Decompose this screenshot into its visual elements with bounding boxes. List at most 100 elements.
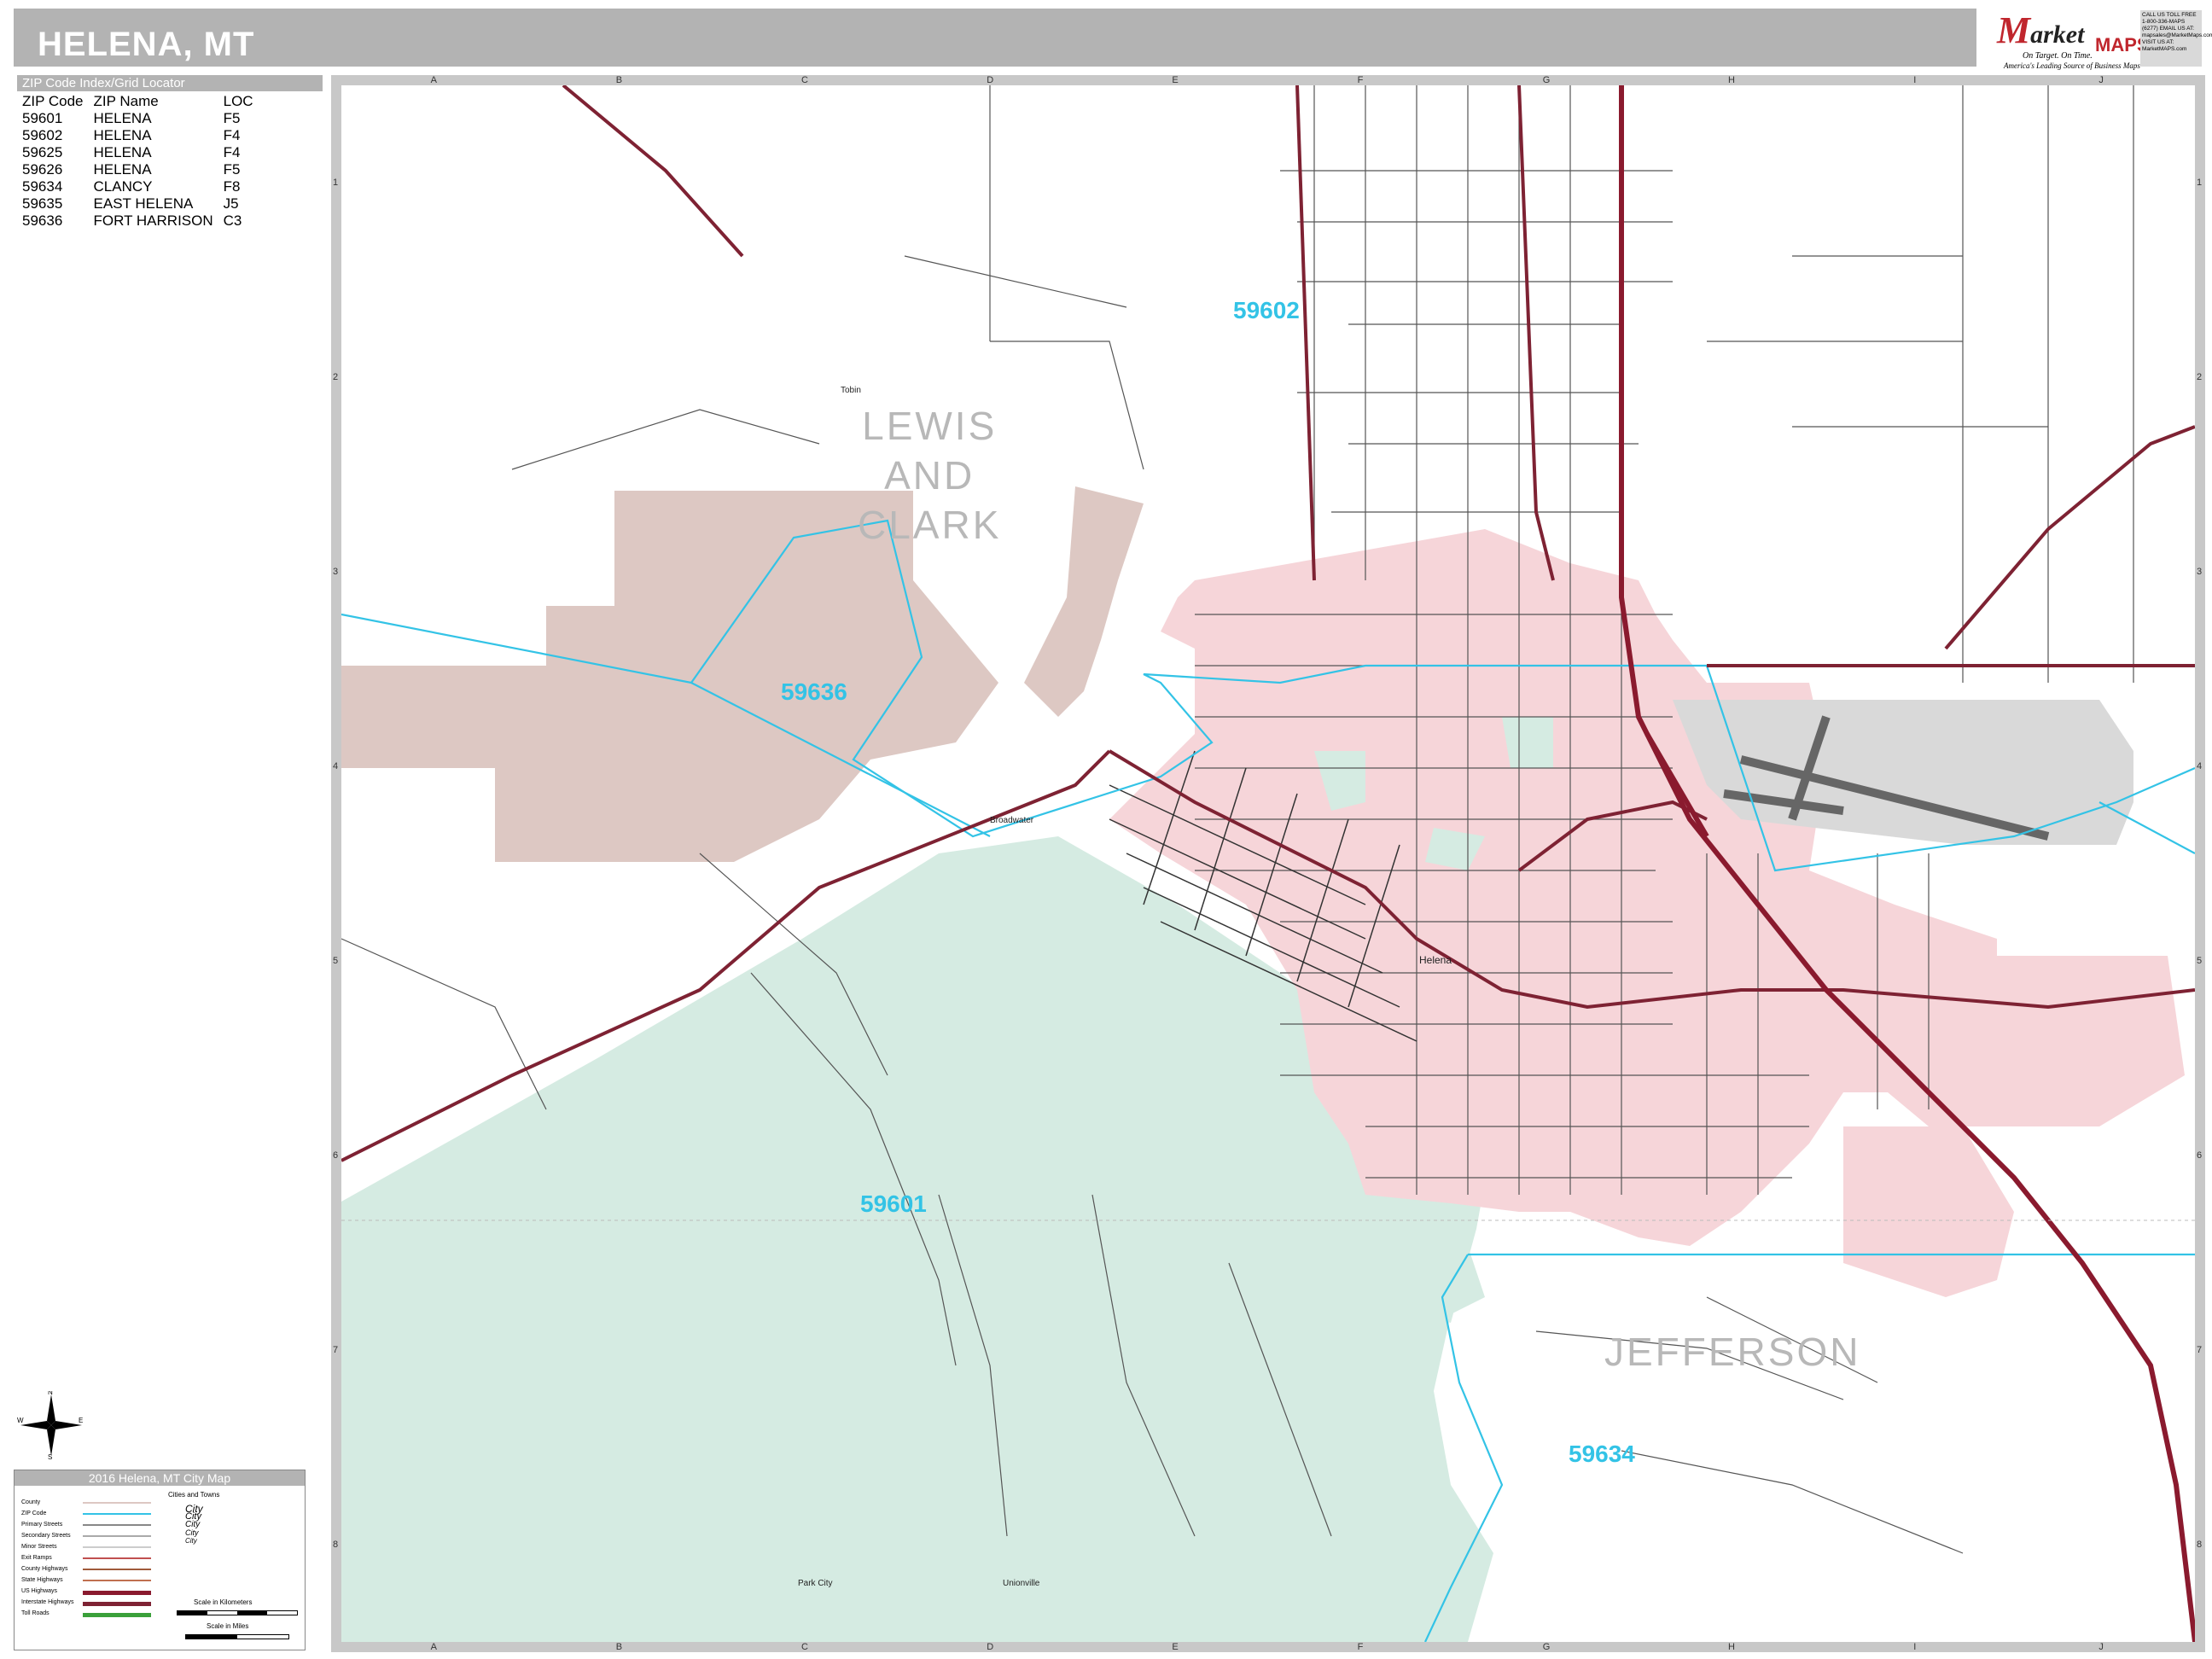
zip-loc-cell: F5 [223,161,241,178]
zip-code-cell: 59602 [22,127,63,143]
grid-column-label: E [1172,75,1179,85]
zip-name-cell: HELENA [93,110,152,126]
place-label-broadwater: Broadwater [990,816,1034,825]
compass-rose-icon: N S E W [17,1391,83,1459]
zip-name-cell: HELENA [93,127,152,143]
zip-index-table: ZIP Code ZIP Name LOC 59601 HELENA F5 59602… [22,93,264,230]
grid-row-label: 2 [333,372,339,382]
legend-item-swatch [83,1569,151,1570]
zip-code-cell: 59635 [22,195,63,212]
grid-row-label: 4 [2197,761,2203,771]
legend-item-label: Toll Roads [21,1610,49,1616]
legend-item-swatch [83,1546,151,1548]
grid-column-label: G [1542,75,1551,85]
legend-item-label: County Highways [21,1566,68,1572]
title-bar: HELENA, MT [14,9,1976,67]
logo-tagline: On Target. On Time. [2023,51,2093,61]
zip-index-row: 59635 EAST HELENA J5 [22,195,264,212]
zip-index-row: 59625 HELENA F4 [22,144,264,161]
zip-label-59634: 59634 [1569,1441,1635,1467]
grid-row-label: 1 [333,178,339,188]
grid-row-label: 6 [333,1150,339,1161]
grid-column-label: F [1357,75,1364,85]
legend-item-swatch [83,1602,151,1606]
legend-item-swatch [83,1513,151,1515]
legend-item-label: US Highways [21,1588,58,1594]
legend-city-sample: City [185,1537,197,1545]
legend-item-label: County [21,1499,41,1505]
legend-item-label: Interstate Highways [21,1599,74,1605]
zip-name-cell: CLANCY [93,178,153,195]
zip-index-header-row: ZIP Code ZIP Name LOC [22,93,264,110]
scale-bar-mi [185,1634,289,1639]
zip-label-59636: 59636 [781,678,847,705]
zip-loc-cell: F4 [223,144,241,160]
legend-item-label: ZIP Code [21,1511,47,1516]
compass-n: N [48,1391,53,1396]
zip-label-59602: 59602 [1233,297,1300,323]
zip-loc-cell: F5 [223,110,241,126]
logo-subtag: America's Leading Source of Business Map… [2004,61,2140,70]
legend-item-label: Exit Ramps [21,1555,52,1561]
grid-column-label: I [1913,75,1917,85]
grid-column-label: C [801,1642,808,1652]
legend-item-label: Secondary Streets [21,1533,71,1539]
zip-name-cell: FORT HARRISON [93,212,213,229]
zip-col-header: LOC [223,93,253,109]
zip-label-59601: 59601 [860,1190,927,1217]
zip-col-header: ZIP Name [93,93,159,109]
grid-row-label: 3 [2197,567,2203,577]
grid-column-label: J [2098,75,2104,85]
grid-row-label: 5 [2197,956,2203,966]
county-label-jefferson: JEFFERSON [1604,1330,1861,1374]
grid-column-label: C [801,75,808,85]
grid-column-label: H [1728,1642,1735,1652]
legend-item-swatch [83,1502,151,1504]
grid-column-label: J [2098,1642,2104,1652]
grid-row-label: 8 [2197,1540,2203,1550]
zip-index-row: 59602 HELENA F4 [22,127,264,144]
grid-column-label: H [1728,75,1735,85]
zip-loc-cell: F8 [223,178,241,195]
grid-row-label: 4 [333,761,339,771]
grid-column-label: D [987,75,994,85]
zip-index-heading: ZIP Code Index/Grid Locator [17,75,323,91]
legend-title: 2016 Helena, MT City Map [15,1470,305,1486]
legend-city-sample: City [185,1528,199,1537]
grid-row-label: 6 [2197,1150,2203,1161]
legend-item-swatch [83,1524,151,1526]
legend-item-swatch [83,1613,151,1617]
zip-code-cell: 59625 [22,144,63,160]
zip-index-row: 59626 HELENA F5 [22,161,264,178]
zip-index-row: 59601 HELENA F5 [22,110,264,127]
place-label-helena: Helena [1419,954,1452,966]
grid-row-label: 7 [333,1345,339,1355]
grid-row-label: 1 [2197,178,2203,188]
place-label-park-city: Park City [798,1579,833,1588]
zip-code-index: ZIP Code Index/Grid Locator ZIP Code ZIP… [17,75,323,230]
grid-column-label: G [1542,1642,1551,1652]
grid-column-label: A [430,75,437,85]
place-label-tobin: Tobin [841,386,861,395]
legend-item-label: Minor Streets [21,1544,57,1550]
legend-item-swatch [83,1591,151,1595]
zip-code-cell: 59634 [22,178,63,195]
grid-row-label: 5 [333,956,339,966]
grid-column-label: B [615,75,623,85]
grid-row-label: 7 [2197,1345,2203,1355]
legend-item-swatch [83,1580,151,1581]
legend-item-swatch [83,1535,151,1537]
grid-column-label: D [987,1642,994,1652]
grid-row-label: 2 [2197,372,2203,382]
zip-code-cell: 59601 [22,110,63,126]
zip-code-cell: 59626 [22,161,63,178]
legend-item-label: Primary Streets [21,1522,63,1528]
zip-code-cell: 59636 [22,212,63,229]
compass-w: W [17,1417,24,1424]
zip-col-header: ZIP Code [22,93,84,109]
zip-name-cell: HELENA [93,161,152,178]
zip-index-row: 59634 CLANCY F8 [22,178,264,195]
market-maps-logo: Market MAPS On Target. On Time. America'… [1988,7,2212,70]
grid-row-label: 8 [333,1540,339,1550]
map-legend: 2016 Helena, MT City Map County ZIP Code P… [14,1470,306,1650]
